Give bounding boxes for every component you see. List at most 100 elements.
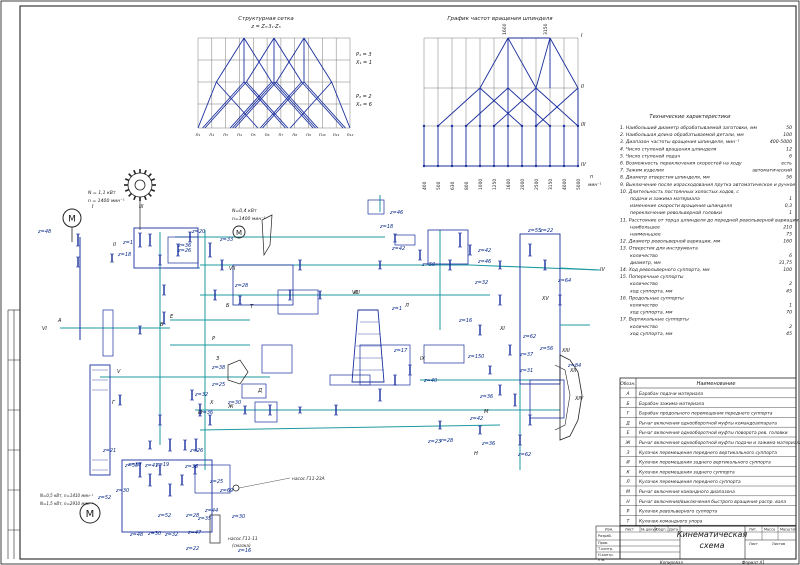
gear-tooth-label: z=50 [421, 262, 435, 268]
gear-tooth-label: z=26 [177, 248, 191, 254]
speed-chart-title: График частот вращения шпинделя [447, 16, 553, 22]
gear-tooth-label: z=26 [189, 448, 203, 454]
tb-razrab: Разраб. [598, 534, 612, 538]
speed-top-1: 1600 [502, 23, 508, 35]
legend-row-code: К [626, 469, 630, 475]
gear-tooth-label: z=25 [211, 382, 225, 388]
component-letter: Ж [227, 404, 234, 410]
motor-aux-speed: n=1400 мин⁻¹ [232, 216, 266, 222]
tech-item-value: есть [781, 162, 792, 167]
tech-item-value: 1 [789, 303, 792, 309]
speed-axis-value: 2000 [520, 179, 526, 190]
component-letter: М [484, 409, 489, 415]
structure-x1: X₁ = 1 [355, 60, 372, 66]
kinematic-drawing-sheet: Структурная сетка z = Z₃·3₁·Z₃ n₁ n₂ n₃ n₄ n… [0, 0, 800, 565]
legend-row-code: Р [627, 509, 630, 515]
gear-pairs [76, 231, 562, 497]
tech-item-value: 1 [789, 196, 792, 202]
legend-col-code: Обозн. [620, 381, 635, 387]
tb-utv: Утв. [598, 558, 605, 562]
tech-item-label: ход суппорта, мм [629, 289, 673, 294]
component-letter: В [160, 322, 164, 328]
speed-axis-unit: мин⁻¹ [588, 183, 602, 188]
speed-axis-value: 5000 [576, 179, 582, 190]
tech-item-value: 100 [783, 132, 792, 138]
ratchet-wheel [124, 169, 156, 230]
motor-auxiliary: M N=0,4 кВт n=1400 мин⁻¹ [232, 208, 273, 257]
component-letter: И [198, 410, 202, 416]
tech-item-value: 45 [786, 288, 792, 294]
speed-shaft-4: IV [581, 162, 586, 168]
tech-item-label: наименьшее [630, 233, 661, 238]
gear-tooth-label: z=48 [129, 532, 143, 538]
structure-chart-formula: z = Z₃·3₁·Z₃ [250, 24, 280, 30]
component-letter: A [57, 318, 62, 324]
speed-axis-value: 1250 [492, 179, 498, 190]
gear-tooth-label: z=42 [391, 246, 405, 252]
component-letter: К [354, 290, 358, 296]
structure-n-label: n₄ [237, 133, 242, 138]
component-letter: Н [474, 451, 478, 457]
gear-tooth-label: z=56 [539, 346, 553, 352]
tech-item-label: 1. Наибольший диаметр обрабатываемой заг… [620, 125, 758, 131]
gear-tooth-label: z=36 [184, 464, 198, 470]
gear-tooth-label: z=46 [389, 210, 403, 216]
shaft-numeral: X [209, 400, 214, 406]
tech-item-value: 70 [786, 310, 792, 316]
tb-lit: Лит. [749, 528, 757, 532]
motor-main-symbol: M [68, 215, 76, 225]
structure-n-label: n₁₂ [347, 133, 354, 138]
gear-tooth-label: z=28 [185, 513, 199, 519]
tech-item-value: 6 [789, 153, 792, 159]
tech-item-label: 8. Диаметр отверстия шпинделя, мм [620, 175, 710, 181]
motor-main-speed: n = 1400 мин⁻¹ [88, 198, 125, 204]
legend-row-name: Барабан зажима материала [639, 401, 704, 407]
speed-shaft-3: III [581, 122, 586, 128]
tech-item-value: 100 [783, 267, 792, 273]
tech-item-label: 10. Длительность постоянных холостых ход… [620, 189, 739, 195]
legend-row-name: Рычаг включения/выключения быстрого вращ… [639, 499, 786, 505]
tb-mass: Масса [764, 528, 775, 532]
gear-tooth-label: z=37 [519, 352, 534, 358]
legend-row-code: Г [627, 411, 630, 417]
gear-tooth-label: z=36 [479, 394, 493, 400]
gear-tooth-label: z=150 [467, 354, 484, 360]
gear-tooth-label: z=30 [127, 462, 141, 468]
legend-row-name: Кулачок перемещения переднего вертикальн… [639, 450, 777, 456]
tech-item-value: 45 [786, 331, 792, 337]
structure-n-label: n₈ [292, 133, 297, 138]
tb-sign: Подп. [656, 528, 667, 532]
gear-tooth-label: z=1 [391, 306, 402, 312]
tech-item-label: ход суппорта, мм [629, 311, 673, 316]
tech-item-value: 1 [789, 210, 792, 216]
tech-item-label: 11. Расстояние от торца шпинделя до пере… [620, 217, 800, 223]
motor-aux-power: N=0,4 кВт [232, 208, 257, 214]
tech-item-label: 13. Отверстия для инструмента [620, 246, 698, 252]
legend-row-name: Рычаг включения однооборотной муфты пода… [639, 440, 800, 446]
component-letter: З [216, 356, 220, 362]
gear-tooth-label: z=32 [164, 532, 178, 538]
tech-item-label: 7. Зажим изделия [620, 168, 664, 174]
gear-tooth-label: z=36 [481, 441, 495, 447]
tech-item-value: 160 [783, 239, 792, 245]
motor-aux-symbol: M [236, 229, 242, 237]
gear-tooth-label: z=40 [423, 378, 437, 384]
structure-n-label: n₁₀ [319, 133, 326, 138]
drawing-title-2: схема [700, 541, 725, 550]
left-margin-stamp [7, 309, 20, 559]
tech-item-value: 0,3 [785, 203, 792, 209]
tech-item-label: 9. Выключение после израсходования прутк… [620, 182, 795, 188]
structure-n-label: n₂ [209, 133, 214, 138]
legend-row-code: Е [627, 430, 630, 436]
structure-chart-title: Структурная сетка [238, 16, 294, 22]
component-letter: Г [112, 400, 116, 406]
motor-main: M N = 1,1 кВт n = 1400 мин⁻¹ [62, 190, 125, 242]
tech-item-value: 2 [789, 324, 792, 330]
title-block: Изм. Лист № докум. Подп. Дата Разраб. Пр… [595, 525, 797, 565]
structure-p2: P₂ = 2 [356, 94, 372, 100]
tb-sheet: Лист [749, 542, 758, 546]
gear-tooth-label: z=52 [97, 495, 111, 501]
gear-tooth-label: z=20 [191, 229, 205, 235]
legend-row-name: Кулачок перемещения заднего вертикальног… [639, 460, 771, 466]
gear-tooth-label: z=48 [37, 229, 51, 235]
